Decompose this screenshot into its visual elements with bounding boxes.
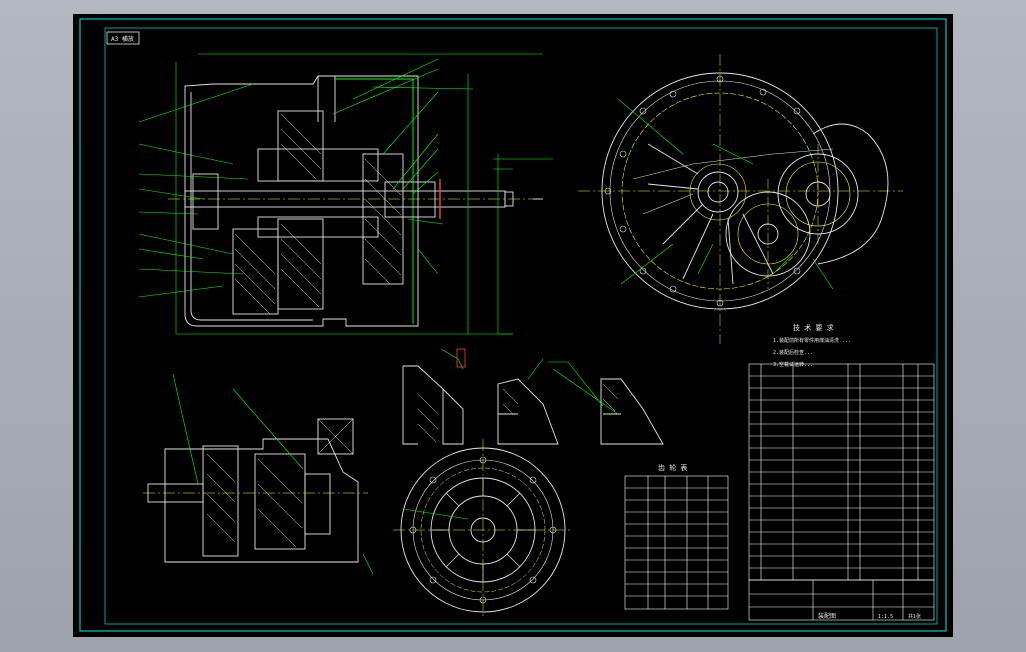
gear-table-title: 齿 轮 表 — [658, 463, 687, 472]
drawing-scale: 1:1.5 — [878, 614, 893, 620]
tech-req-line-2: 2.装配后检查... — [773, 349, 813, 356]
title-block — [748, 579, 935, 621]
main-section-view — [138, 53, 553, 335]
drawing-sheet-count: 共1张 — [908, 613, 921, 620]
front-view — [578, 54, 903, 344]
drawing-sheet: A3 横放 技 术 要 求 1.装配前所有零件用煤油清洗 ... 2.装配后检查… — [73, 14, 953, 637]
side-view — [143, 373, 374, 575]
tech-req-title: 技 术 要 求 — [793, 323, 834, 332]
gear-table — [624, 475, 729, 610]
flange-view — [393, 439, 573, 619]
drawing-name: 装配图 — [818, 612, 836, 620]
parts-list — [748, 363, 935, 581]
assembly-drawing: A3 横放 技 术 要 求 1.装配前所有零件用煤油清洗 ... 2.装配后检查… — [79, 18, 947, 632]
detail-views — [402, 348, 664, 445]
reference-box-text: A3 横放 — [111, 35, 134, 43]
tech-req-line-1: 1.装配前所有零件用煤油清洗 ... — [773, 337, 851, 344]
cad-viewer-background: A3 横放 技 术 要 求 1.装配前所有零件用煤油清洗 ... 2.装配后检查… — [0, 0, 1026, 652]
